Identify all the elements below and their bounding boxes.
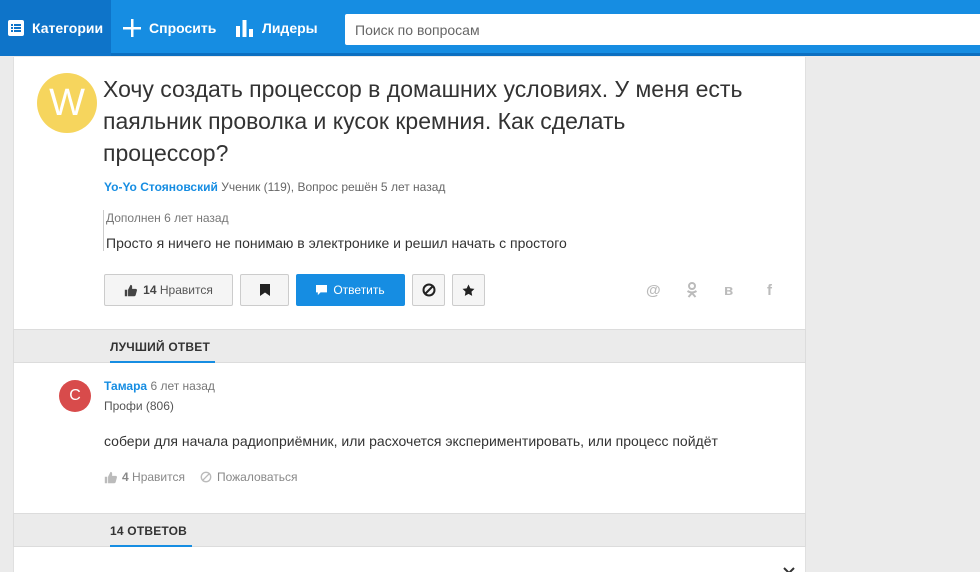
favorite-button[interactable] [452,274,485,306]
question-card: W Хочу создать процессор в домашних усло… [13,57,806,329]
top-navbar: Категории Спросить Лидеры [0,0,980,56]
search-input[interactable] [345,14,980,45]
question-addition: Дополнен 6 лет назад Просто я ничего не … [103,210,567,251]
categories-button[interactable]: Категории [8,0,103,56]
chevron-down-icon[interactable] [783,567,795,572]
leaders-button[interactable]: Лидеры [236,0,318,56]
avatar[interactable]: W [37,73,97,133]
ask-button[interactable]: Спросить [123,0,216,56]
answer-author-link[interactable]: Тамара [104,379,147,393]
answer-like-button[interactable]: 4 Нравится [104,470,185,484]
list-icon [8,20,24,36]
thumbs-up-icon [104,471,117,483]
answer-avatar[interactable]: С [59,380,91,412]
comment-icon [316,284,328,295]
best-answer-title: ЛУЧШИЙ ОТВЕТ [110,340,211,354]
question-title: Хочу создать процессор в домашних услови… [103,76,743,166]
likes-label: Нравится [159,283,213,297]
ok-share-icon[interactable] [686,282,698,302]
block-button[interactable] [412,274,445,306]
added-text: Просто я ничего не понимаю в электронике… [106,235,567,251]
bar-chart-icon [236,20,253,37]
categories-label: Категории [32,20,104,36]
answers-list [13,547,806,572]
question-meta: Yo-Yo Стояновский Ученик (119), Вопрос р… [104,180,445,194]
answer-time: 6 лет назад [147,379,215,393]
added-label: Дополнен 6 лет назад [106,211,229,225]
answer-actions: 4 Нравится Пожаловаться [104,470,298,484]
mail-share-icon[interactable]: @ [646,282,661,299]
report-button[interactable]: Пожаловаться [200,470,298,484]
report-icon [200,471,212,483]
facebook-share-icon[interactable]: f [767,282,772,299]
leaders-label: Лидеры [262,20,318,36]
plus-icon [123,19,141,37]
vk-share-icon[interactable]: в [724,282,733,299]
odnoklassniki-icon [686,282,698,298]
thumbs-up-icon [124,284,138,296]
answer-likes-label: Нравится [132,470,185,484]
likes-count: 14 [143,283,157,297]
answer-likes-count: 4 [122,470,129,484]
author-info: Ученик (119), Вопрос решён 5 лет назад [217,180,446,194]
answers-title: 14 ОТВЕТОВ [110,524,188,538]
bookmark-icon [259,284,270,296]
reply-button[interactable]: Ответить [296,274,405,306]
answer-author-rank: Профи (806) [104,399,174,413]
answer-text: собери для начала радиоприёмник, или рас… [104,433,718,449]
author-link[interactable]: Yo-Yo Стояновский [104,180,218,194]
answers-header: 14 ОТВЕТОВ [13,513,806,547]
answer-author-line: Тамара 6 лет назад [104,379,215,393]
reply-label: Ответить [333,283,385,297]
best-answer-card: С Тамара 6 лет назад Профи (806) собери … [13,363,806,513]
report-label: Пожаловаться [216,470,298,484]
block-icon [422,283,435,297]
bookmark-button[interactable] [240,274,289,306]
best-answer-header: ЛУЧШИЙ ОТВЕТ [13,329,806,363]
ask-label: Спросить [149,20,217,36]
like-button[interactable]: 14 Нравится [104,274,233,306]
star-icon [462,284,475,296]
